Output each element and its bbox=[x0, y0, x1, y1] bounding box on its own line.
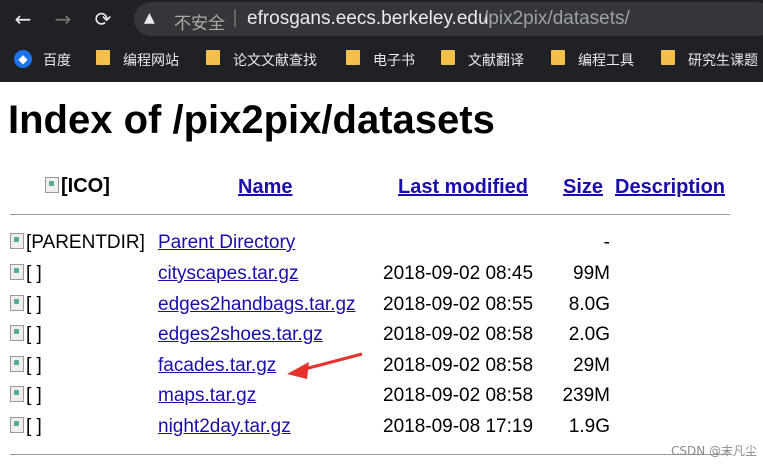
sort-by-name-link[interactable]: Name bbox=[238, 176, 292, 199]
forward-button[interactable]: → bbox=[52, 8, 74, 30]
bookmark-ebooks[interactable]: 电子书 bbox=[373, 50, 415, 70]
file-link-edges2handbags[interactable]: edges2handbags.tar.gz bbox=[158, 294, 356, 316]
file-icon: [ ] bbox=[10, 263, 42, 285]
warning-triangle-icon: ▲ bbox=[144, 10, 155, 26]
broken-image-icon bbox=[45, 177, 59, 193]
table-row: [PARENTDIR] Parent Directory - bbox=[0, 232, 763, 262]
page-title: Index of /pix2pix/datasets bbox=[8, 98, 495, 142]
security-label[interactable]: 不安全 bbox=[174, 9, 225, 34]
folder-icon bbox=[346, 50, 360, 65]
browser-chrome: ← → ⟳ ▲ 不安全 | efrosgans.eecs.berkeley.ed… bbox=[0, 0, 763, 82]
table-row: [ ] night2day.tar.gz 2018-09-08 17:19 1.… bbox=[0, 416, 763, 446]
reload-button[interactable]: ⟳ bbox=[92, 8, 114, 30]
table-row: [ ] edges2handbags.tar.gz 2018-09-02 08:… bbox=[0, 294, 763, 324]
file-link-maps[interactable]: maps.tar.gz bbox=[158, 385, 256, 407]
icon-column-header: [ICO] bbox=[45, 175, 110, 198]
bookmark-programming-sites[interactable]: 编程网站 bbox=[123, 50, 179, 70]
bookmark-baidu[interactable]: 百度 bbox=[43, 50, 71, 70]
address-bar[interactable]: ▲ 不安全 | efrosgans.eecs.berkeley.edu /pix… bbox=[134, 2, 763, 36]
directory-listing-page: Index of /pix2pix/datasets [ICO] Name La… bbox=[0, 82, 763, 465]
header-divider bbox=[10, 214, 730, 215]
file-icon: [ ] bbox=[10, 294, 42, 316]
table-row: [ ] maps.tar.gz 2018-09-02 08:58 239M bbox=[0, 385, 763, 415]
table-row: [ ] edges2shoes.tar.gz 2018-09-02 08:58 … bbox=[0, 324, 763, 354]
file-icon: [ ] bbox=[10, 416, 42, 438]
file-icon-alt: [ ] bbox=[26, 385, 42, 406]
bookmark-paper-search[interactable]: 论文文献查找 bbox=[233, 50, 317, 70]
file-icon: [ ] bbox=[10, 324, 42, 346]
broken-image-icon bbox=[10, 417, 24, 433]
file-link-edges2shoes[interactable]: edges2shoes.tar.gz bbox=[158, 324, 323, 346]
bookmark-programming-tools[interactable]: 编程工具 bbox=[578, 50, 634, 70]
file-icon-alt: [ ] bbox=[26, 416, 42, 437]
folder-icon bbox=[206, 50, 220, 65]
table-row: [ ] cityscapes.tar.gz 2018-09-02 08:45 9… bbox=[0, 263, 763, 293]
folder-icon bbox=[96, 50, 110, 65]
bookmarks-bar: ◆ 百度 编程网站 论文文献查找 电子书 文献翻译 编程工具 研究生课题 bbox=[0, 44, 763, 76]
globe-icon: ◆ bbox=[14, 50, 32, 68]
file-modified: 2018-09-02 08:58 bbox=[383, 385, 534, 406]
file-icon: [ ] bbox=[10, 355, 42, 377]
bookmark-graduate-topics[interactable]: 研究生课题 bbox=[688, 50, 758, 70]
url-path[interactable]: /pix2pix/datasets/ bbox=[483, 8, 630, 30]
parent-dir-alt: [PARENTDIR] bbox=[26, 232, 145, 253]
file-size: 99M bbox=[573, 263, 610, 284]
parent-directory-link[interactable]: Parent Directory bbox=[158, 232, 295, 254]
address-separator: | bbox=[232, 7, 239, 28]
broken-image-icon bbox=[10, 386, 24, 402]
red-arrow-annotation bbox=[287, 352, 363, 379]
file-size: 239M bbox=[562, 385, 610, 406]
bookmark-translation[interactable]: 文献翻译 bbox=[468, 50, 524, 70]
file-icon-alt: [ ] bbox=[26, 324, 42, 345]
folder-icon bbox=[441, 50, 455, 65]
broken-image-icon bbox=[10, 356, 24, 372]
csdn-watermark: CSDN @末凡尘 bbox=[670, 444, 757, 458]
table-row: [ ] facades.tar.gz 2018-09-02 08:58 29M bbox=[0, 355, 763, 385]
file-modified: 2018-09-02 08:55 bbox=[383, 294, 534, 315]
broken-image-icon bbox=[10, 295, 24, 311]
file-modified: 2018-09-02 08:58 bbox=[383, 324, 534, 345]
footer-divider bbox=[10, 454, 730, 455]
file-link-night2day[interactable]: night2day.tar.gz bbox=[158, 416, 291, 438]
arrow-head bbox=[287, 362, 309, 379]
broken-image-icon bbox=[10, 233, 24, 249]
back-button[interactable]: ← bbox=[12, 8, 34, 30]
sort-by-size-link[interactable]: Size bbox=[563, 176, 603, 199]
folder-icon bbox=[551, 50, 565, 65]
file-icon-alt: [ ] bbox=[26, 355, 42, 376]
file-link-cityscapes[interactable]: cityscapes.tar.gz bbox=[158, 263, 298, 285]
file-icon: [ ] bbox=[10, 385, 42, 407]
url-host[interactable]: efrosgans.eecs.berkeley.edu bbox=[247, 8, 489, 30]
folder-icon bbox=[661, 50, 675, 65]
broken-image-icon bbox=[10, 264, 24, 280]
arrow-shaft bbox=[300, 352, 363, 372]
sort-by-modified-link[interactable]: Last modified bbox=[398, 176, 528, 199]
file-link-facades[interactable]: facades.tar.gz bbox=[158, 355, 276, 377]
file-icon-alt: [ ] bbox=[26, 294, 42, 315]
file-modified: 2018-09-02 08:58 bbox=[383, 355, 534, 376]
file-size: 1.9G bbox=[568, 416, 610, 437]
file-modified: 2018-09-08 17:19 bbox=[383, 416, 534, 437]
file-size: 2.0G bbox=[568, 324, 610, 345]
sort-by-description-link[interactable]: Description bbox=[615, 176, 725, 199]
broken-image-icon bbox=[10, 325, 24, 341]
icon-column-label: [ICO] bbox=[61, 175, 110, 197]
file-size: 8.0G bbox=[568, 294, 610, 315]
file-modified: 2018-09-02 08:45 bbox=[383, 263, 534, 284]
parent-dir-icon: [PARENTDIR] bbox=[10, 232, 145, 254]
file-size: - bbox=[603, 232, 610, 253]
file-size: 29M bbox=[573, 355, 610, 376]
file-icon-alt: [ ] bbox=[26, 263, 42, 284]
